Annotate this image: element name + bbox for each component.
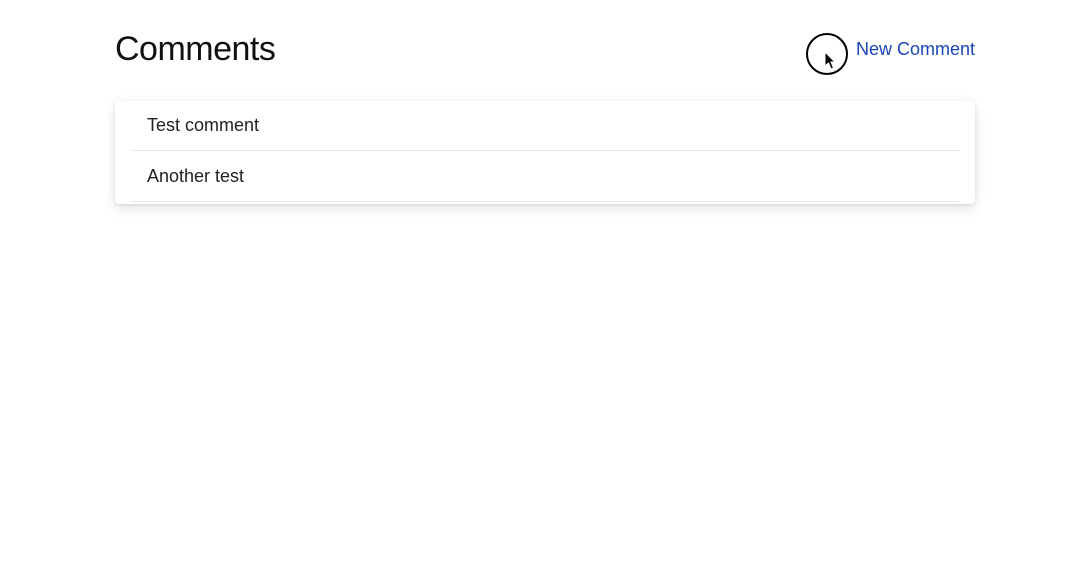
page-title: Comments xyxy=(115,30,275,69)
list-item[interactable]: Test comment xyxy=(131,101,959,151)
comment-body: Another test xyxy=(147,166,244,186)
new-comment-link[interactable]: New Comment xyxy=(856,39,975,60)
comments-card: Test comment Another test xyxy=(115,101,975,204)
page-header: Comments New Comment xyxy=(0,0,1090,69)
comment-body: Test comment xyxy=(147,115,259,135)
comments-list: Test comment Another test xyxy=(115,101,975,202)
list-item[interactable]: Another test xyxy=(131,151,959,202)
